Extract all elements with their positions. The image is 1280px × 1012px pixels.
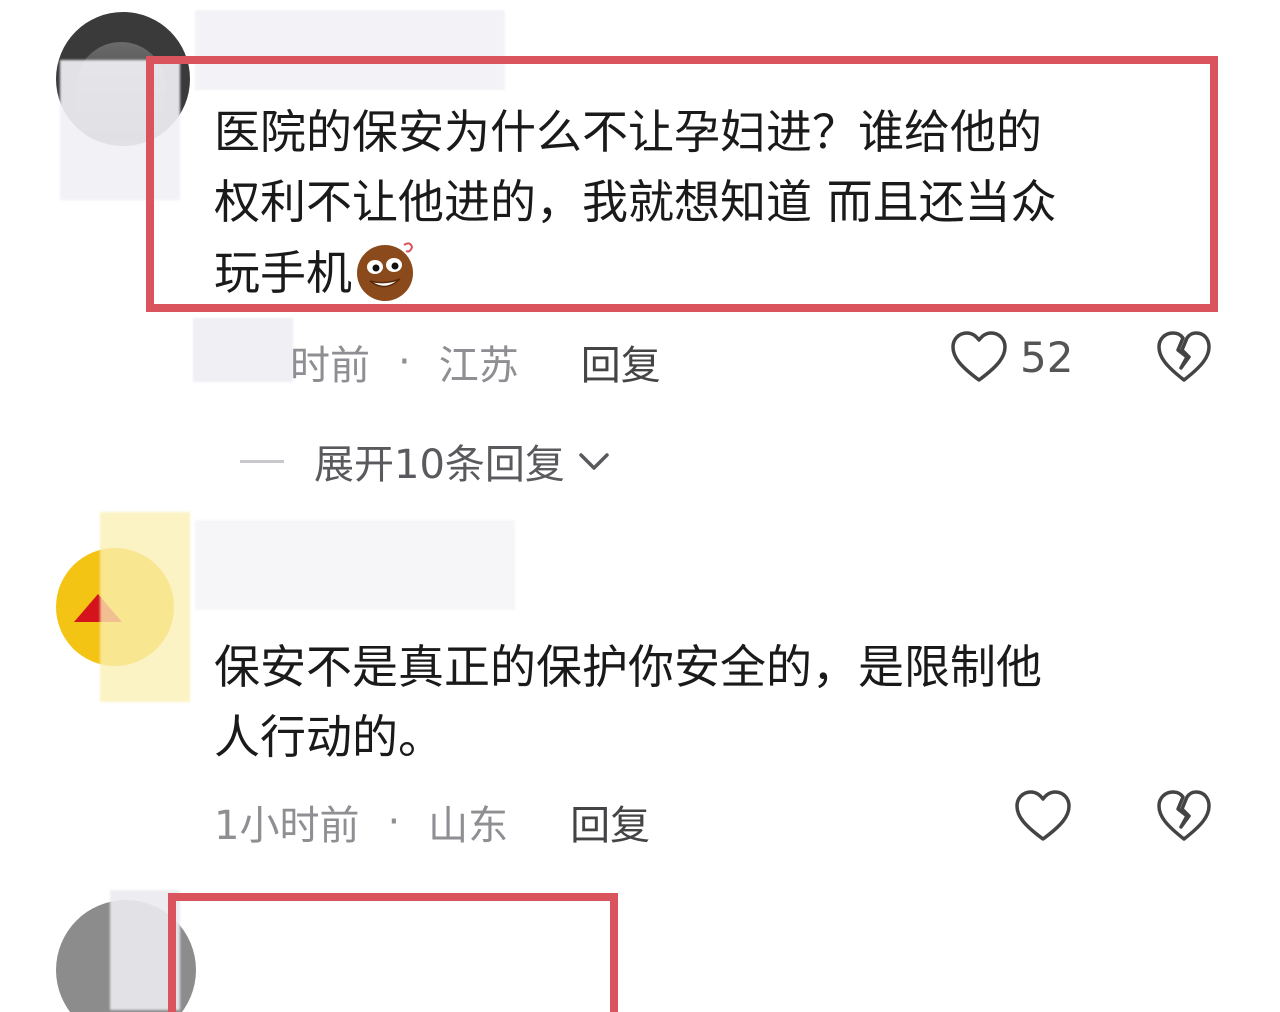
comment-location: 山东 xyxy=(428,803,509,849)
comment-text: 医院的保安为什么不让孕妇进？谁给他的 权利不让他进的，我就想知道 而且还当众 玩… xyxy=(214,97,1204,308)
heart-icon xyxy=(951,331,1007,382)
comment-line: 人行动的。 xyxy=(214,710,444,764)
sweating-face-emoji xyxy=(352,237,418,303)
comment-line: 保安不是真正的保护你安全的，是限制他 xyxy=(214,640,1042,694)
meta-separator: · xyxy=(387,799,401,845)
heart-icon xyxy=(1015,790,1071,841)
dislike-button[interactable] xyxy=(1156,330,1212,388)
like-button[interactable]: 52 xyxy=(950,330,1073,384)
comment-line: 权利不让他进的，我就想知道 而且还当众 xyxy=(214,175,1057,229)
meta-separator: · xyxy=(398,339,411,385)
broken-heart-icon xyxy=(1157,790,1211,841)
comment-line-text: 玩手机 xyxy=(214,246,352,300)
expand-replies-label: 展开10条回复 xyxy=(314,442,565,488)
comment-line: 医院的保安为什么不让孕妇进？谁给他的 xyxy=(214,105,1042,159)
broken-heart-icon xyxy=(1157,331,1211,382)
reply-button[interactable]: 回复 xyxy=(570,793,650,851)
comment-meta: 时前 · 江苏 回复 xyxy=(290,333,661,391)
comment-time: 1小时前 xyxy=(214,803,360,849)
dislike-button[interactable] xyxy=(1156,789,1212,847)
blurred-region xyxy=(193,318,293,382)
comment-meta: 1小时前 · 山东 回复 xyxy=(214,793,650,851)
divider xyxy=(240,459,284,463)
comment-time: 时前 xyxy=(290,343,370,389)
expand-replies[interactable]: 展开10条回复 xyxy=(240,432,611,490)
reply-button[interactable]: 回复 xyxy=(581,333,661,391)
chevron-down-icon xyxy=(579,453,609,470)
blurred-region xyxy=(100,512,190,702)
blurred-username xyxy=(195,520,515,610)
comment-line: 玩手机 xyxy=(214,237,1204,308)
comment-location: 江苏 xyxy=(438,343,519,389)
comment-text: 保安不是真正的保护你安全的，是限制他 人行动的。 xyxy=(214,632,1204,772)
like-button[interactable] xyxy=(1014,789,1072,843)
like-count: 52 xyxy=(1020,332,1074,382)
highlight-box xyxy=(168,893,618,1012)
